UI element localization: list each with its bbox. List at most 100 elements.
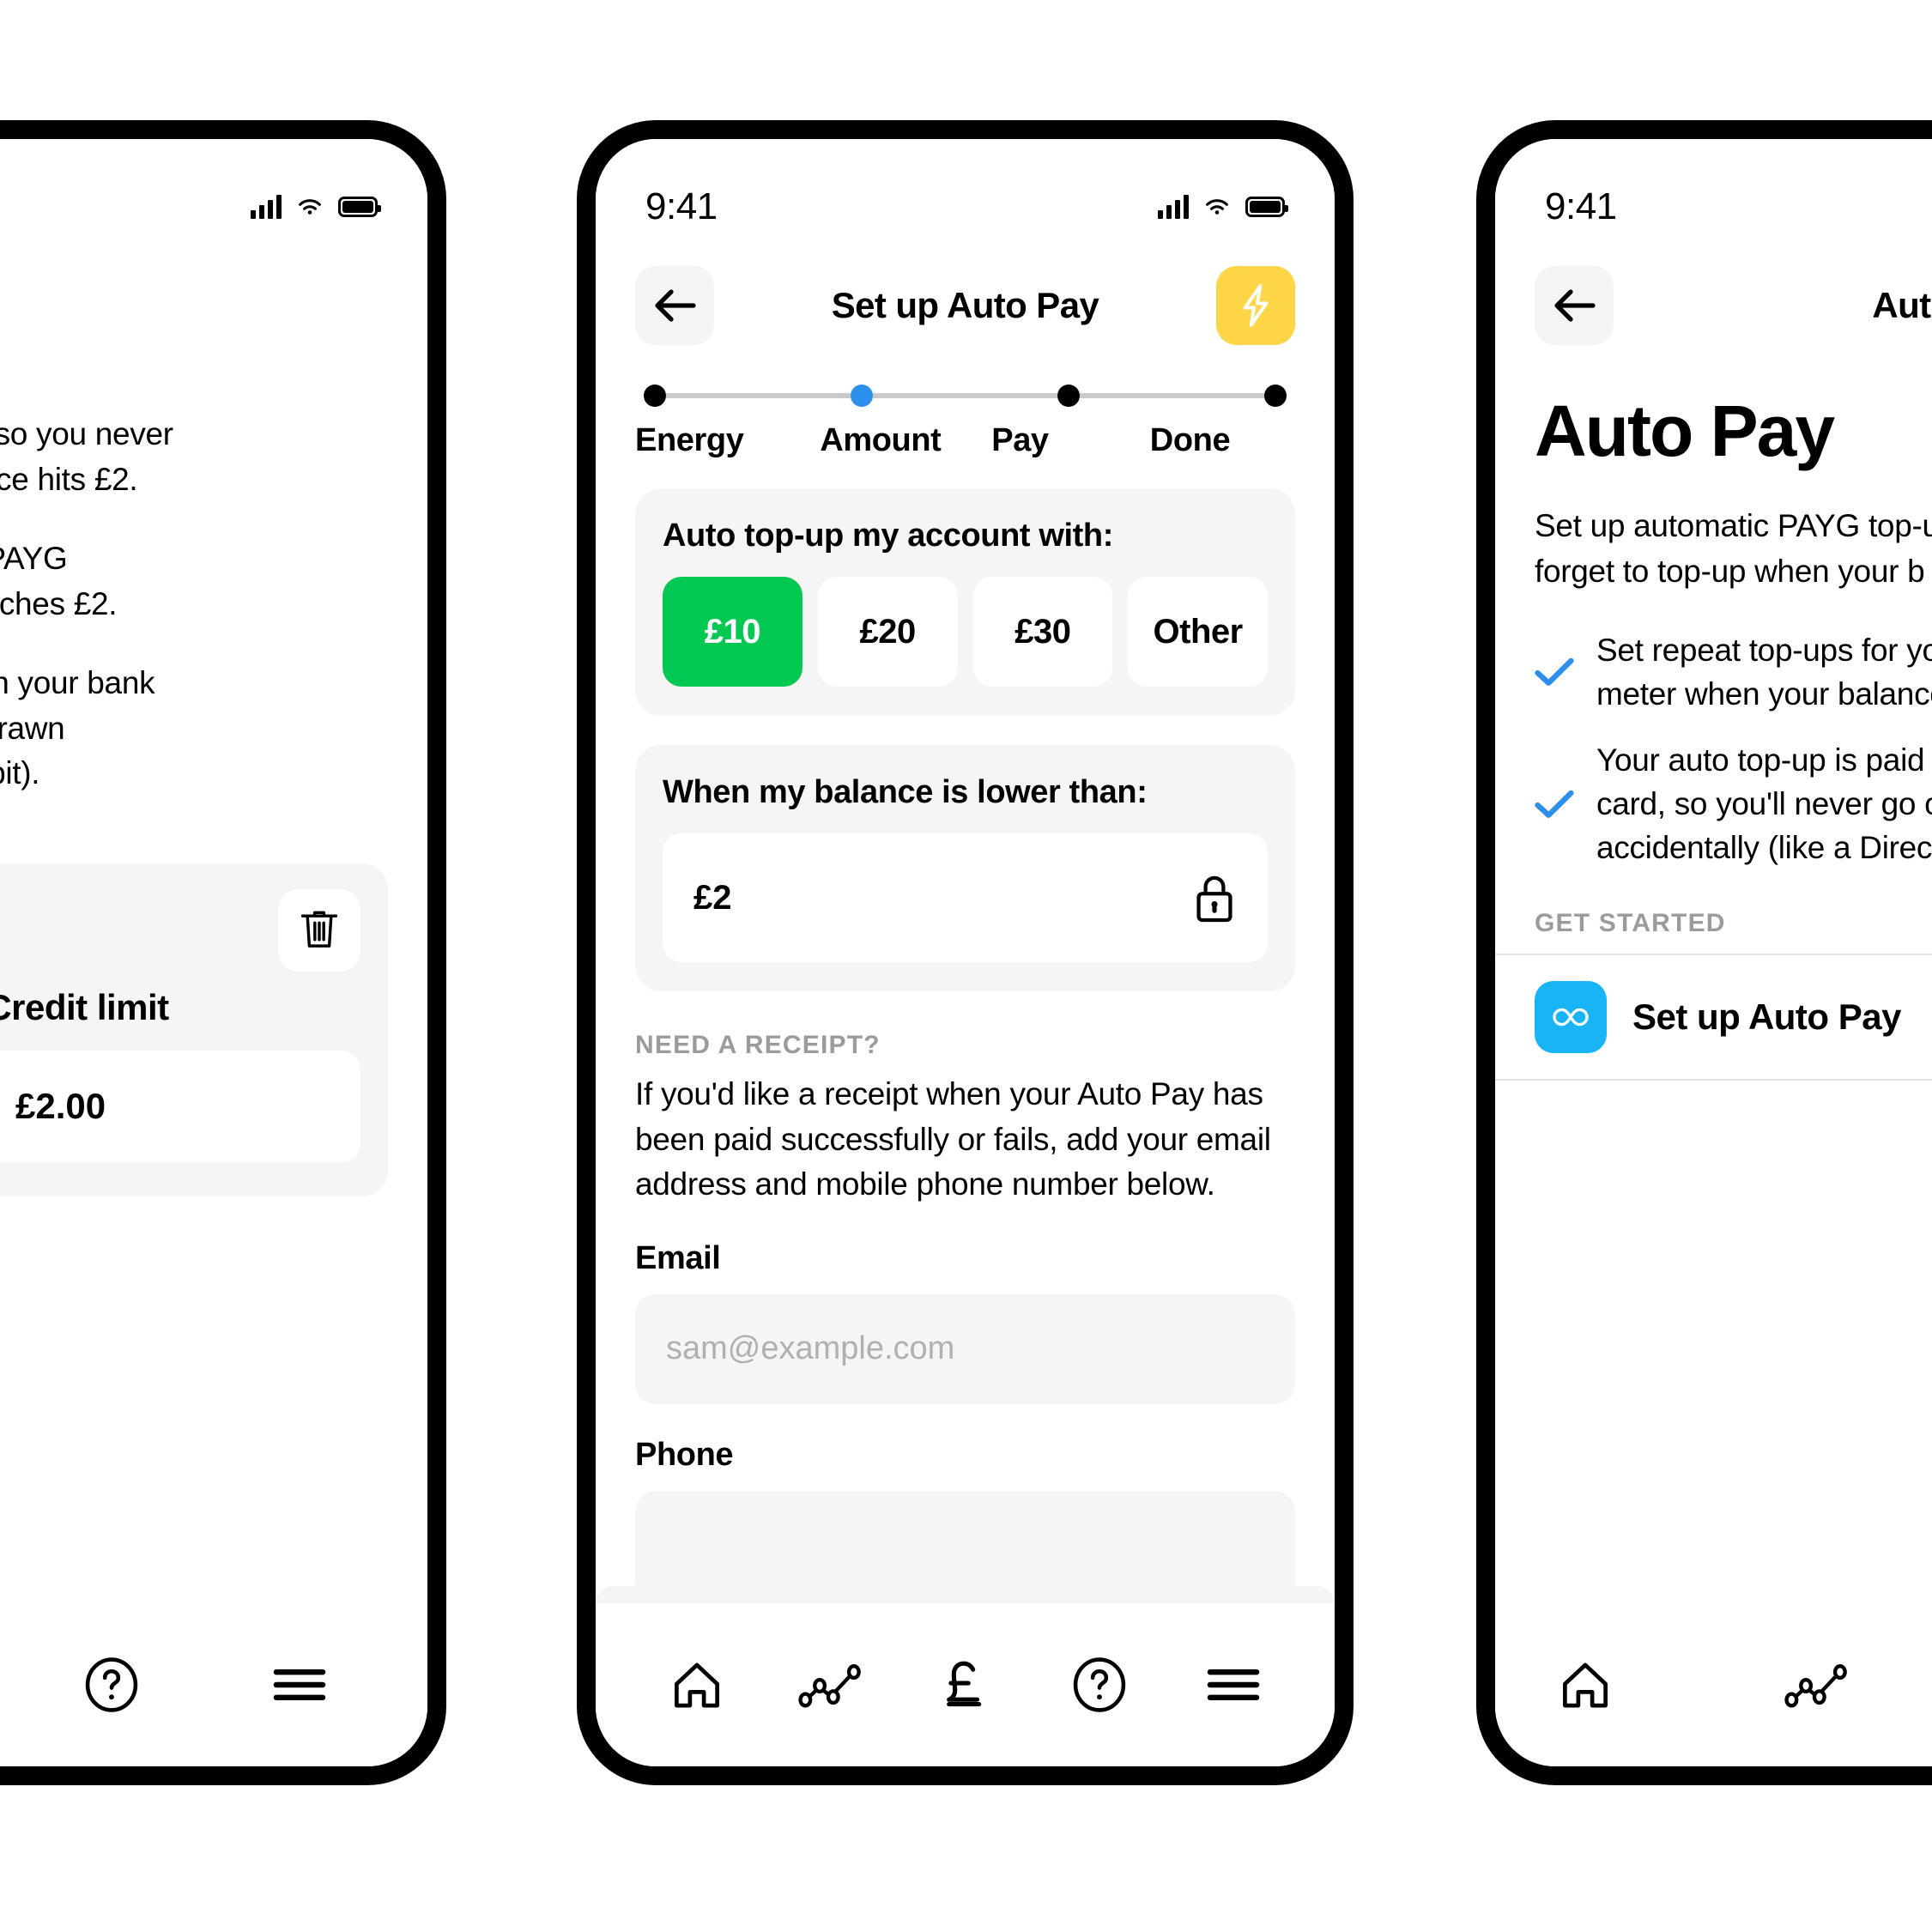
tab-home-right[interactable] [1529,1629,1641,1741]
credit-limit-row: £2.00 [0,1050,360,1162]
home-icon [675,1662,720,1708]
tab-usage-middle[interactable] [775,1629,887,1741]
balance-threshold-value: £2 [693,878,732,917]
amount-option-20[interactable]: £20 [817,577,958,687]
back-arrow-icon [655,289,696,322]
tab-home-middle[interactable] [641,1629,753,1741]
usage-chart-icon [1784,1664,1847,1708]
phone-left: Auto Pay c PAYG top-ups so you never whe… [0,120,446,1785]
step-label-energy[interactable]: Energy [635,422,820,459]
tab-pound-middle[interactable] [909,1629,1021,1741]
pound-icon [947,1661,982,1707]
check-icon [1535,657,1574,687]
trash-icon [300,911,338,948]
amount-options-row: £10 £20 £30 Other [663,577,1268,687]
wifi-icon [299,199,321,215]
benefit-2-line-3: accidentally (like a Direct [1596,830,1932,866]
status-bar-left [0,139,427,242]
phone-input[interactable] [635,1490,1295,1601]
step-dot-energy[interactable] [644,385,666,407]
step-line-1 [666,393,851,398]
step-line-2 [873,393,1057,398]
amount-option-other[interactable]: Other [1128,577,1268,687]
auto-topup-amount-card: Auto top-up my account with: £10 £20 £30… [635,488,1295,716]
phone-middle-screen: 9:41 Set up Auto Pay Energy Amount Pay D… [596,139,1335,1766]
left-paragraph-2-line-2: your balance reaches £2. [0,585,118,621]
boost-button[interactable] [1216,266,1295,345]
set-up-auto-pay-row[interactable]: Set up Auto Pay [1495,954,1932,1081]
back-button[interactable] [1535,266,1614,345]
amount-option-10[interactable]: £10 [663,577,802,687]
status-icons [1158,195,1288,219]
tab-usage-right[interactable] [1761,1629,1873,1741]
back-button[interactable] [635,266,714,345]
phone-right-screen: 9:41 Auto Pay Auto Pay Set up automatic … [1495,139,1932,1766]
step-dot-done[interactable] [1264,385,1287,407]
benefit-list: Set repeat top-ups for yo meter when you… [1495,594,1932,869]
signal-icon [251,195,282,219]
left-paragraph-1-line-2: when your balance hits £2. [0,461,138,497]
credit-limit-card: Credit limit £2.00 [0,863,388,1196]
tab-bar-right [1495,1603,1932,1766]
balance-threshold-field[interactable]: £2 [663,833,1268,962]
scroll-fade [596,1586,1335,1603]
get-started-heading: GET STARTED [1535,909,1726,938]
status-bar-right: 9:41 [1495,139,1932,242]
page-heading-right: Auto Pay [1535,391,1835,471]
stepper-track [635,385,1295,407]
auto-topup-amount-title: Auto top-up my account with: [663,518,1113,554]
step-label-pay[interactable]: Pay [991,422,1150,459]
tab-bar-left [0,1603,427,1766]
tab-menu-left[interactable] [244,1629,355,1741]
progress-stepper: Energy Amount Pay Done [596,345,1335,459]
page-title-left: Auto Pay [0,285,427,326]
signal-icon [1158,195,1189,219]
left-paragraph-3-line-3: (like a Direct Debit). [0,755,40,791]
help-icon [85,1657,138,1712]
right-intro-line-2: forget to top-up when your b [1535,553,1925,589]
balance-threshold-title: When my balance is lower than: [663,774,1148,810]
balance-threshold-card: When my balance is lower than: £2 [635,745,1295,991]
step-label-amount[interactable]: Amount [820,422,991,459]
tab-menu-middle[interactable] [1178,1629,1289,1741]
benefit-item-2-text: Your auto top-up is paid card, so you'll… [1596,738,1932,869]
step-dot-amount[interactable] [851,385,873,407]
nav-bar-middle: Set up Auto Pay [596,242,1335,345]
step-dot-pay[interactable] [1057,385,1080,407]
battery-icon [338,197,381,217]
left-copy-block: c PAYG top-ups so you never when your ba… [0,345,427,796]
status-time: 9:41 [1545,185,1617,227]
tab-help-middle[interactable] [1044,1629,1155,1741]
home-icon [1563,1662,1608,1708]
back-arrow-icon [1554,289,1596,322]
wifi-icon [1206,199,1228,215]
receipt-body: If you'd like a receipt when your Auto P… [635,1076,1271,1202]
left-paragraph-1-line-1: c PAYG top-ups so you never [0,416,173,451]
credit-limit-label: Credit limit [0,986,169,1027]
nav-bar-right: Auto Pay [1495,242,1932,345]
set-up-auto-pay-label: Set up Auto Pay [1632,996,1901,1038]
benefit-2-line-1: Your auto top-up is paid [1596,742,1925,778]
left-paragraph-3-line-2: ll never go overdrawn [0,710,65,746]
lightning-bolt-icon [1243,284,1269,327]
battery-icon [1245,197,1288,217]
benefit-item-1-text: Set repeat top-ups for yo meter when you… [1596,628,1932,716]
phone-left-screen: Auto Pay c PAYG top-ups so you never whe… [0,139,427,1766]
receipt-section: NEED A RECEIPT? If you'd like a receipt … [596,991,1335,1601]
menu-icon [273,1669,325,1700]
email-label: Email [635,1239,721,1276]
lock-icon [1196,875,1232,923]
receipt-eyebrow: NEED A RECEIPT? [635,1031,881,1059]
step-label-done[interactable]: Done [1150,422,1295,459]
email-input[interactable]: sam@example.com [635,1293,1295,1404]
auto-pay-tile [1535,981,1607,1054]
amount-option-30[interactable]: £30 [972,577,1113,687]
tab-help-left[interactable] [56,1629,167,1741]
delete-button[interactable] [278,888,360,972]
credit-limit-value[interactable]: £2.00 [0,1050,360,1162]
menu-icon [1207,1669,1260,1700]
phone-right: 9:41 Auto Pay Auto Pay Set up automatic … [1476,120,1932,1785]
benefit-1-line-1: Set repeat top-ups for yo [1596,633,1932,669]
screenshot-stage: Auto Pay c PAYG top-ups so you never whe… [0,0,1932,1932]
right-intro: Set up automatic PAYG top-u forget to to… [1495,473,1932,594]
